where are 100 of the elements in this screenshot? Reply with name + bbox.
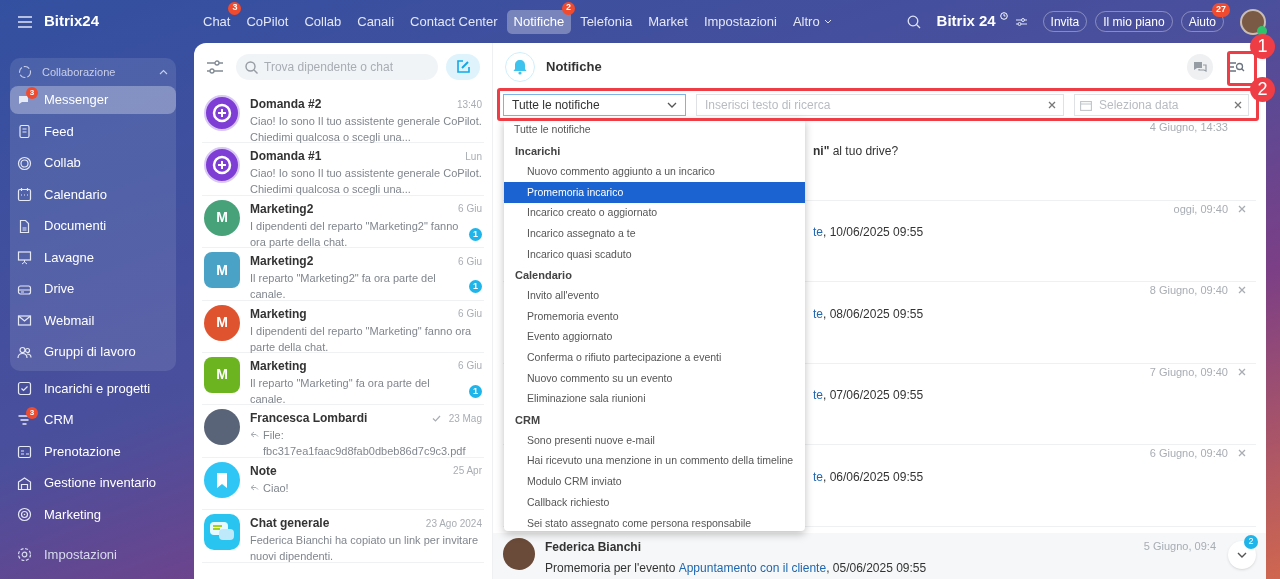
notification-time: 5 Giugno, 09:4 — [1143, 538, 1216, 554]
clear-icon[interactable] — [1048, 101, 1056, 109]
clear-icon[interactable] — [1234, 101, 1242, 109]
sidebar-item[interactable]: Lavagne — [10, 243, 176, 272]
sidebar-item[interactable]: 3 Messenger — [10, 86, 176, 114]
dropdown-option[interactable]: Modulo CRM inviato — [504, 471, 805, 493]
sidebar-item[interactable]: Prenotazione — [10, 437, 176, 466]
sidebar-item[interactable]: Calendario — [10, 180, 176, 209]
dropdown-option[interactable]: Invito all'evento — [504, 285, 805, 307]
logo[interactable]: Bitrix24 — [44, 10, 100, 33]
filter-icon[interactable] — [206, 59, 224, 75]
dropdown-option[interactable]: Incarico quasi scaduto — [504, 244, 805, 265]
message-preview: Ciao! — [263, 480, 289, 496]
dropdown-option[interactable]: Sei stato assegnato come persona responsabile — [504, 513, 805, 531]
sidebar-item[interactable]: Collab — [10, 149, 176, 177]
nav-tab[interactable]: Canali — [350, 9, 402, 34]
nav-tab[interactable]: Market — [641, 9, 695, 34]
letter-avatar: M — [204, 304, 240, 341]
chat-item[interactable]: M Marketing2 6 Giu I dipendenti del reparto "Marketing2" fanno ora parte della chat. 1 — [202, 195, 484, 249]
event-link[interactable]: te — [813, 223, 823, 241]
sidebar-item[interactable]: Marketing — [10, 500, 176, 529]
dropdown-option[interactable]: Tutte le notifiche — [504, 120, 805, 141]
ring-icon — [17, 155, 32, 171]
sidebar-item[interactable]: Webmail — [10, 306, 176, 335]
chat-item[interactable]: Domanda #2 13:40 Ciao! Io sono Il tuo assistente generale CoPilot. Chiedimi qualcosa o scegli una... — [202, 91, 484, 144]
menu-icon[interactable] — [18, 15, 32, 28]
chat-bubbles-avatar — [204, 514, 240, 551]
photo-placeholder — [204, 409, 240, 446]
chevron-icon — [667, 102, 677, 108]
chat-item[interactable]: M Marketing 6 Giu I dipendenti del reparto "Marketing" fanno ora parte della chat. — [202, 300, 484, 353]
dropdown-option[interactable]: Incarico assegnato a te — [504, 223, 805, 245]
copilot-avatar — [204, 95, 240, 131]
nav-tab[interactable]: CoPilot — [239, 9, 296, 34]
sliders-icon[interactable] — [1015, 16, 1027, 27]
chat-item[interactable]: M Marketing 6 Giu Il reparto "Marketing" fa ora parte del canale. 1 — [202, 352, 484, 406]
user-avatar[interactable] — [1240, 8, 1266, 35]
chat-time: 13:40 — [456, 97, 482, 112]
group-header[interactable]: Collaborazione — [10, 58, 176, 86]
search-icon[interactable] — [906, 14, 921, 29]
nav-tab[interactable]: Collab — [297, 9, 349, 34]
event-link[interactable]: te — [813, 386, 823, 404]
nav-tab[interactable]: Telefonia — [573, 9, 640, 34]
chat-item[interactable]: M Marketing2 6 Giu Il reparto "Marketing2" fa ora parte del canale. 1 — [202, 248, 484, 301]
chat-item[interactable]: Chat generale 23 Ago 2024 Federica Bianchi ha copiato un link per invitare nuovi dipendenti. — [202, 510, 484, 563]
chat-bubbles-icon[interactable] — [1187, 54, 1213, 80]
close-icon[interactable] — [1238, 286, 1246, 295]
chat-time: 23 Ago 2024 — [425, 516, 482, 531]
dropdown-option[interactable]: Incarico creato o aggiornato — [504, 202, 805, 224]
sidebar-item[interactable]: Gruppi di lavoro — [10, 338, 176, 366]
clock-icon — [999, 12, 1008, 21]
sidebar-item[interactable]: Drive — [10, 275, 176, 303]
unread-badge: 1 — [469, 384, 482, 398]
sidebar-item[interactable]: Incarichi e progetti — [10, 374, 176, 403]
edit-icon — [455, 59, 471, 75]
sidebar-item[interactable]: 3 CRM — [10, 406, 176, 434]
mail-icon — [17, 313, 32, 328]
search-field[interactable]: Trova dipendente o chat — [236, 54, 438, 80]
search-field[interactable]: Inserisci testo di ricerca — [696, 94, 1064, 116]
close-icon[interactable] — [1238, 204, 1246, 213]
dropdown-option[interactable]: Promemoria incarico — [504, 182, 805, 203]
group-label: CRM — [514, 412, 542, 428]
dropdown-option[interactable]: Hai ricevuto una menzione in un commento della timeline — [504, 451, 805, 472]
dropdown-option[interactable]: Evento aggiornato — [504, 326, 805, 348]
nav-tab[interactable]: Contact Center — [403, 9, 505, 34]
dropdown-option[interactable]: Callback richiesto — [504, 492, 805, 514]
close-icon[interactable] — [1238, 367, 1246, 376]
new-chat-button[interactable] — [446, 54, 480, 80]
dropdown-option[interactable]: Eliminazione sala riunioni — [504, 388, 805, 410]
chat-item[interactable]: Note 25 Apr Ciao! — [202, 457, 484, 511]
nav-tab[interactable]: Altro — [785, 9, 839, 34]
sidebar-item[interactable]: Feed — [10, 117, 176, 146]
event-link[interactable]: te — [813, 467, 823, 486]
sidebar-item[interactable]: Documenti — [10, 212, 176, 240]
notification-text: ni" al tuo drive? — [813, 142, 899, 160]
dropdown-option[interactable]: Nuovo commento su un evento — [504, 368, 805, 389]
date-field[interactable]: Seleziona data — [1074, 94, 1249, 116]
settings-link[interactable]: Impostazioni — [10, 540, 117, 569]
close-icon[interactable] — [1238, 449, 1246, 458]
message-preview: Ciao! Io sono Il tuo assistente generale CoPilot. Chiedimi qualcosa o scegli una... — [250, 114, 482, 145]
dropdown-option[interactable]: Promemoria evento — [504, 306, 805, 327]
chat-time: Lun — [465, 149, 482, 164]
notification-time: 8 Giugno, 09:40 — [1149, 283, 1228, 298]
chat-item[interactable]: Domanda #1 Lun Ciao! Io sono Il tuo assistente generale CoPilot. Chiedimi qualcosa o scegli una... — [202, 143, 484, 196]
chat-item[interactable]: Francesca Lombardi 23 Mag File: fbc317ea1faac9d8fab0dbeb86d7c9c3.pdf — [202, 405, 484, 458]
sidebar-item[interactable]: Gestione inventario — [10, 469, 176, 497]
group-label: Calendario — [514, 267, 573, 283]
message-preview: File: fbc317ea1faac9d8fab0dbeb86d7c9c3.pdf — [263, 428, 467, 460]
chat-title: Marketing2 — [250, 253, 315, 271]
nav-tab[interactable]: Impostazioni — [696, 9, 784, 34]
dropdown-option[interactable]: Sono presenti nuove e-mail — [504, 430, 805, 451]
letter-avatar: M — [204, 356, 240, 393]
event-link[interactable]: te — [813, 304, 823, 323]
chat-time: 23 Mag — [448, 411, 482, 426]
dropdown-option[interactable]: Nuovo commento aggiunto a un incarico — [504, 161, 805, 183]
calendar-icon — [17, 187, 32, 202]
chat-title: Marketing2 — [250, 200, 315, 218]
nav-tab[interactable]: Notifiche — [506, 9, 572, 34]
type-select[interactable]: Tutte le notifiche — [503, 94, 686, 116]
dropdown-option[interactable]: Conferma o rifiuto partecipazione a eventi — [504, 347, 805, 369]
message-preview: I dipendenti del reparto "Marketing" fanno ora parte della chat. — [250, 323, 473, 355]
